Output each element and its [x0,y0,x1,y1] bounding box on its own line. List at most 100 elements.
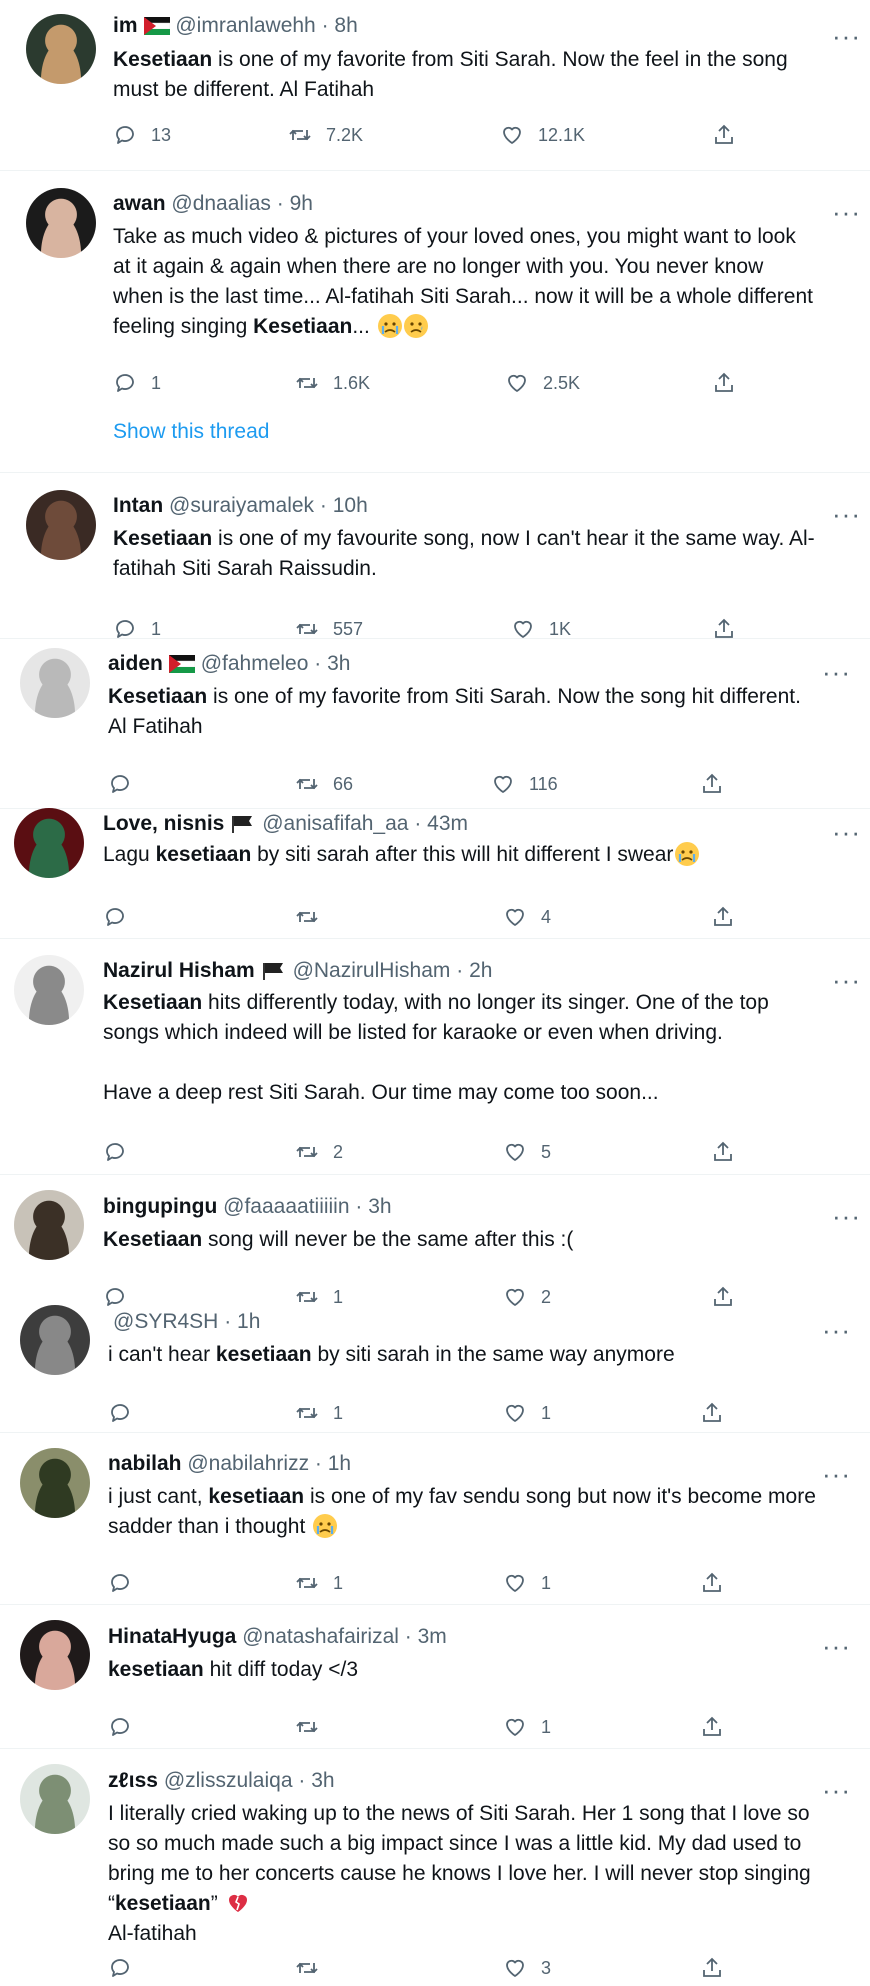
timestamp[interactable]: 43m [427,812,468,835]
retweet-button[interactable]: 557 [295,614,363,644]
retweet-button[interactable] [295,1712,333,1742]
handle[interactable]: @SYR4SH [113,1310,218,1333]
more-icon[interactable]: ··· [822,659,851,685]
avatar[interactable] [20,1620,90,1690]
timestamp[interactable]: 2h [469,959,492,982]
more-icon[interactable]: ··· [822,1317,851,1343]
avatar[interactable] [26,490,96,560]
like-button[interactable]: 1 [503,1398,551,1428]
display-name[interactable]: HinataHyuga [108,1625,236,1648]
timestamp[interactable]: 3h [311,1769,334,1792]
retweet-button[interactable]: 1.6K [295,368,370,398]
like-button[interactable]: 12.1K [500,120,585,150]
reply-button[interactable] [103,1137,141,1167]
timestamp[interactable]: 9h [290,192,313,215]
more-icon[interactable]: ··· [822,1461,851,1487]
like-button[interactable]: 2.5K [505,368,580,398]
handle[interactable]: @nabilahrizz [187,1452,309,1475]
retweet-button[interactable]: 1 [295,1398,343,1428]
display-name[interactable]: Nazirul Hisham [103,959,255,982]
handle[interactable]: @imranlawehh [175,14,315,37]
retweet-button[interactable] [295,1953,333,1983]
share-button[interactable] [700,1712,724,1742]
share-button[interactable] [711,1282,735,1312]
timestamp[interactable]: 3m [418,1625,447,1648]
display-name[interactable]: bingupingu [103,1195,217,1218]
reply-button[interactable]: 1 [113,614,161,644]
share-button[interactable] [712,368,736,398]
display-name[interactable]: im [113,14,138,37]
handle[interactable]: @zlisszulaiqa [164,1769,293,1792]
handle[interactable]: @suraiyamalek [169,494,314,517]
handle[interactable]: @NazirulHisham [293,959,451,982]
retweet-count: 7.2K [326,124,364,145]
like-button[interactable]: 1 [503,1568,551,1598]
avatar[interactable] [26,188,96,258]
display-name[interactable]: aiden [108,652,163,675]
like-button[interactable]: 2 [503,1282,551,1312]
display-name[interactable]: Intan [113,494,163,517]
reply-button[interactable] [108,769,146,799]
share-button[interactable] [712,614,736,644]
more-icon[interactable]: ··· [822,1777,851,1803]
more-icon[interactable]: ··· [832,199,861,225]
reply-button[interactable] [108,1568,146,1598]
display-name[interactable]: awan [113,192,166,215]
more-icon[interactable]: ··· [822,1633,851,1659]
display-name[interactable]: zℓιss [108,1769,158,1792]
avatar[interactable] [20,1448,90,1518]
handle[interactable]: @natashafairizal [242,1625,399,1648]
avatar[interactable] [14,808,84,878]
share-button[interactable] [712,120,736,150]
share-button[interactable] [711,1137,735,1167]
handle[interactable]: @faaaaatiiiiin [223,1195,349,1218]
retweet-button[interactable]: 7.2K [288,120,363,150]
retweet-button[interactable]: 2 [295,1137,343,1167]
reply-button[interactable] [108,1953,146,1983]
like-button[interactable]: 4 [503,902,551,932]
timestamp[interactable]: 1h [237,1310,260,1333]
show-thread-link[interactable]: Show this thread [113,420,269,444]
reply-button[interactable]: 13 [113,120,171,150]
more-icon[interactable]: ··· [832,967,861,993]
retweet-button[interactable]: 1 [295,1282,343,1312]
avatar[interactable] [14,955,84,1025]
like-button[interactable]: 3 [503,1953,551,1983]
retweet-button[interactable]: 66 [295,769,353,799]
retweet-button[interactable]: 1 [295,1568,343,1598]
retweet-button[interactable] [295,902,333,932]
share-button[interactable] [700,1568,724,1598]
avatar[interactable] [14,1190,84,1260]
more-icon[interactable]: ··· [832,23,861,49]
share-button[interactable] [700,1398,724,1428]
avatar[interactable] [20,1764,90,1834]
more-icon[interactable]: ··· [832,501,861,527]
like-button[interactable]: 116 [491,769,558,799]
avatar[interactable] [26,14,96,84]
like-button[interactable]: 1K [511,614,571,644]
reply-button[interactable] [108,1398,146,1428]
avatar[interactable] [20,648,90,718]
timestamp[interactable]: 8h [334,14,357,37]
share-button[interactable] [700,1953,724,1983]
like-button[interactable]: 1 [503,1712,551,1742]
avatar[interactable] [20,1305,90,1375]
reply-button[interactable] [103,902,141,932]
display-name[interactable]: Love, nisnis [103,812,224,835]
timestamp[interactable]: 3h [327,652,350,675]
reply-button[interactable] [108,1712,146,1742]
more-icon[interactable]: ··· [832,819,861,845]
timestamp[interactable]: 10h [333,494,368,517]
handle[interactable]: @anisafifah_aa [262,812,408,835]
share-button[interactable] [711,902,735,932]
share-button[interactable] [700,769,724,799]
like-button[interactable]: 5 [503,1137,551,1167]
handle[interactable]: @dnaalias [171,192,271,215]
timestamp[interactable]: 1h [328,1452,351,1475]
like-icon [506,1959,524,1977]
display-name[interactable]: nabilah [108,1452,182,1475]
timestamp[interactable]: 3h [368,1195,391,1218]
handle[interactable]: @fahmeleo [201,652,309,675]
reply-button[interactable]: 1 [113,368,161,398]
more-icon[interactable]: ··· [832,1203,861,1229]
